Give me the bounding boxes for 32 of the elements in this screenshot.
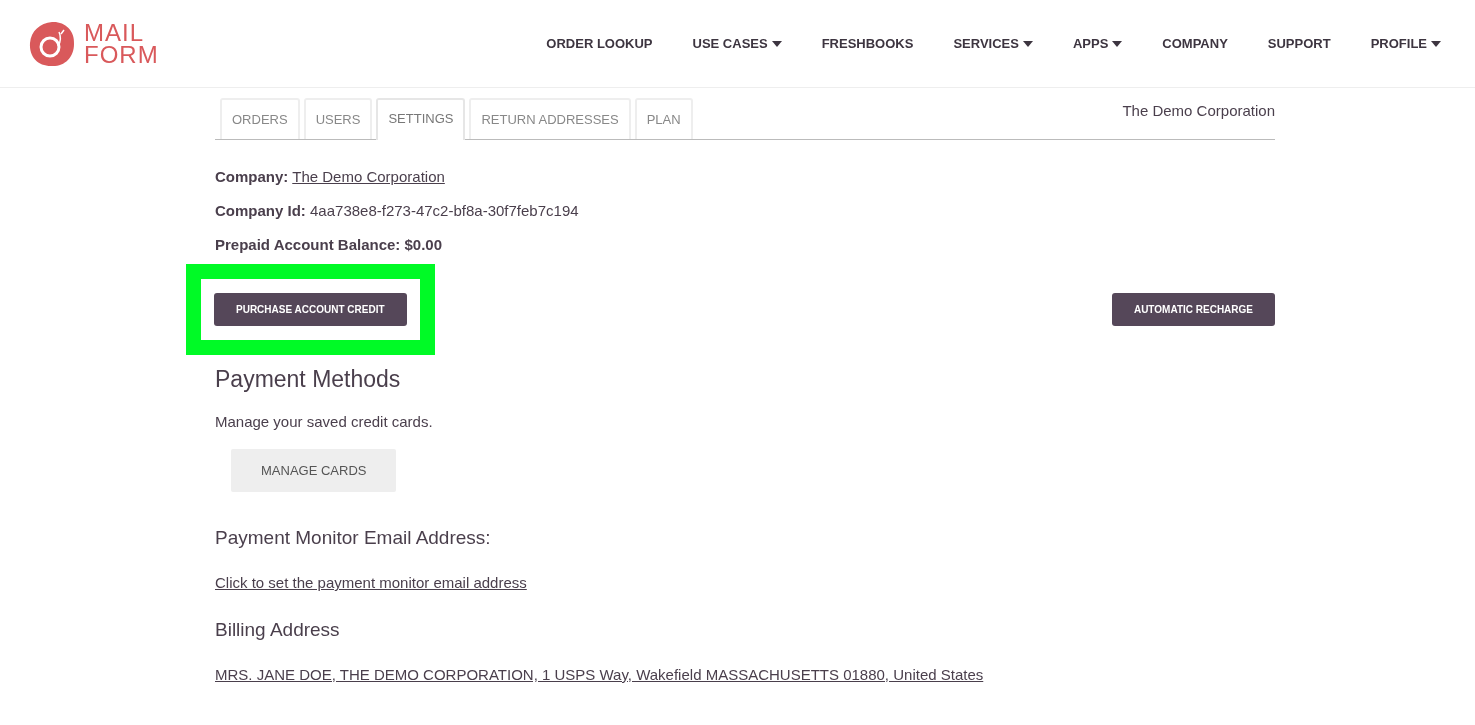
tab[interactable]: PLAN (634, 98, 693, 139)
purchase-credit-button[interactable]: PURCHASE ACCOUNT CREDIT (214, 292, 407, 326)
logo-text: MAIL (84, 21, 145, 44)
tab[interactable]: SETTINGS (376, 98, 466, 140)
nav-link[interactable]: FRESHBOOKS (821, 33, 914, 54)
field-value: $0.00 (404, 235, 443, 253)
tab[interactable]: ORDERS (220, 98, 300, 139)
manage-cards-button[interactable]: MANAGE CARDS (231, 448, 397, 492)
nav-link[interactable]: SUPPORT (1267, 33, 1331, 54)
tab[interactable]: RETURN ADDRESSES (469, 98, 631, 139)
automatic-recharge-button[interactable]: AUTOMATIC RECHARGE (1111, 292, 1275, 326)
section-heading: Billing Address (215, 618, 341, 642)
section-heading: Payment Monitor Email Address: (215, 526, 492, 550)
nav-link[interactable]: APPS (1072, 33, 1123, 54)
snail-logo-icon (28, 19, 76, 68)
set-email-link[interactable]: Click to set the payment monitor email address (215, 574, 527, 591)
field-label: Company Id: (215, 201, 306, 219)
nav-link[interactable]: ORDER LOOKUP (546, 33, 653, 54)
description-text: Manage your saved credit cards. (215, 411, 434, 432)
tab[interactable]: USERS (303, 98, 373, 139)
section-heading: Payment Methods (215, 364, 402, 393)
field-value: 4aa738e8-f273-47c2-bf8a-30f7feb7c194 (310, 201, 579, 219)
logo-text: FORM (84, 43, 159, 66)
field-label: Prepaid Account Balance: (215, 235, 401, 253)
field-label: Company: (215, 167, 289, 185)
nav-link[interactable]: PROFILE (1370, 33, 1441, 54)
billing-address-link[interactable]: MRS. JANE DOE, THE DEMO CORPORATION, 1 USPS Way, Wakefield MASSACHUSETTS 01880, United States (215, 666, 984, 683)
organization-link[interactable]: The Demo Corporation (292, 167, 445, 185)
nav-link[interactable]: USE CASES (692, 33, 782, 54)
nav-link[interactable]: COMPANY (1162, 33, 1228, 54)
nav-link[interactable]: SERVICES (953, 33, 1033, 54)
company-name: The Demo Corporation (1122, 101, 1275, 121)
